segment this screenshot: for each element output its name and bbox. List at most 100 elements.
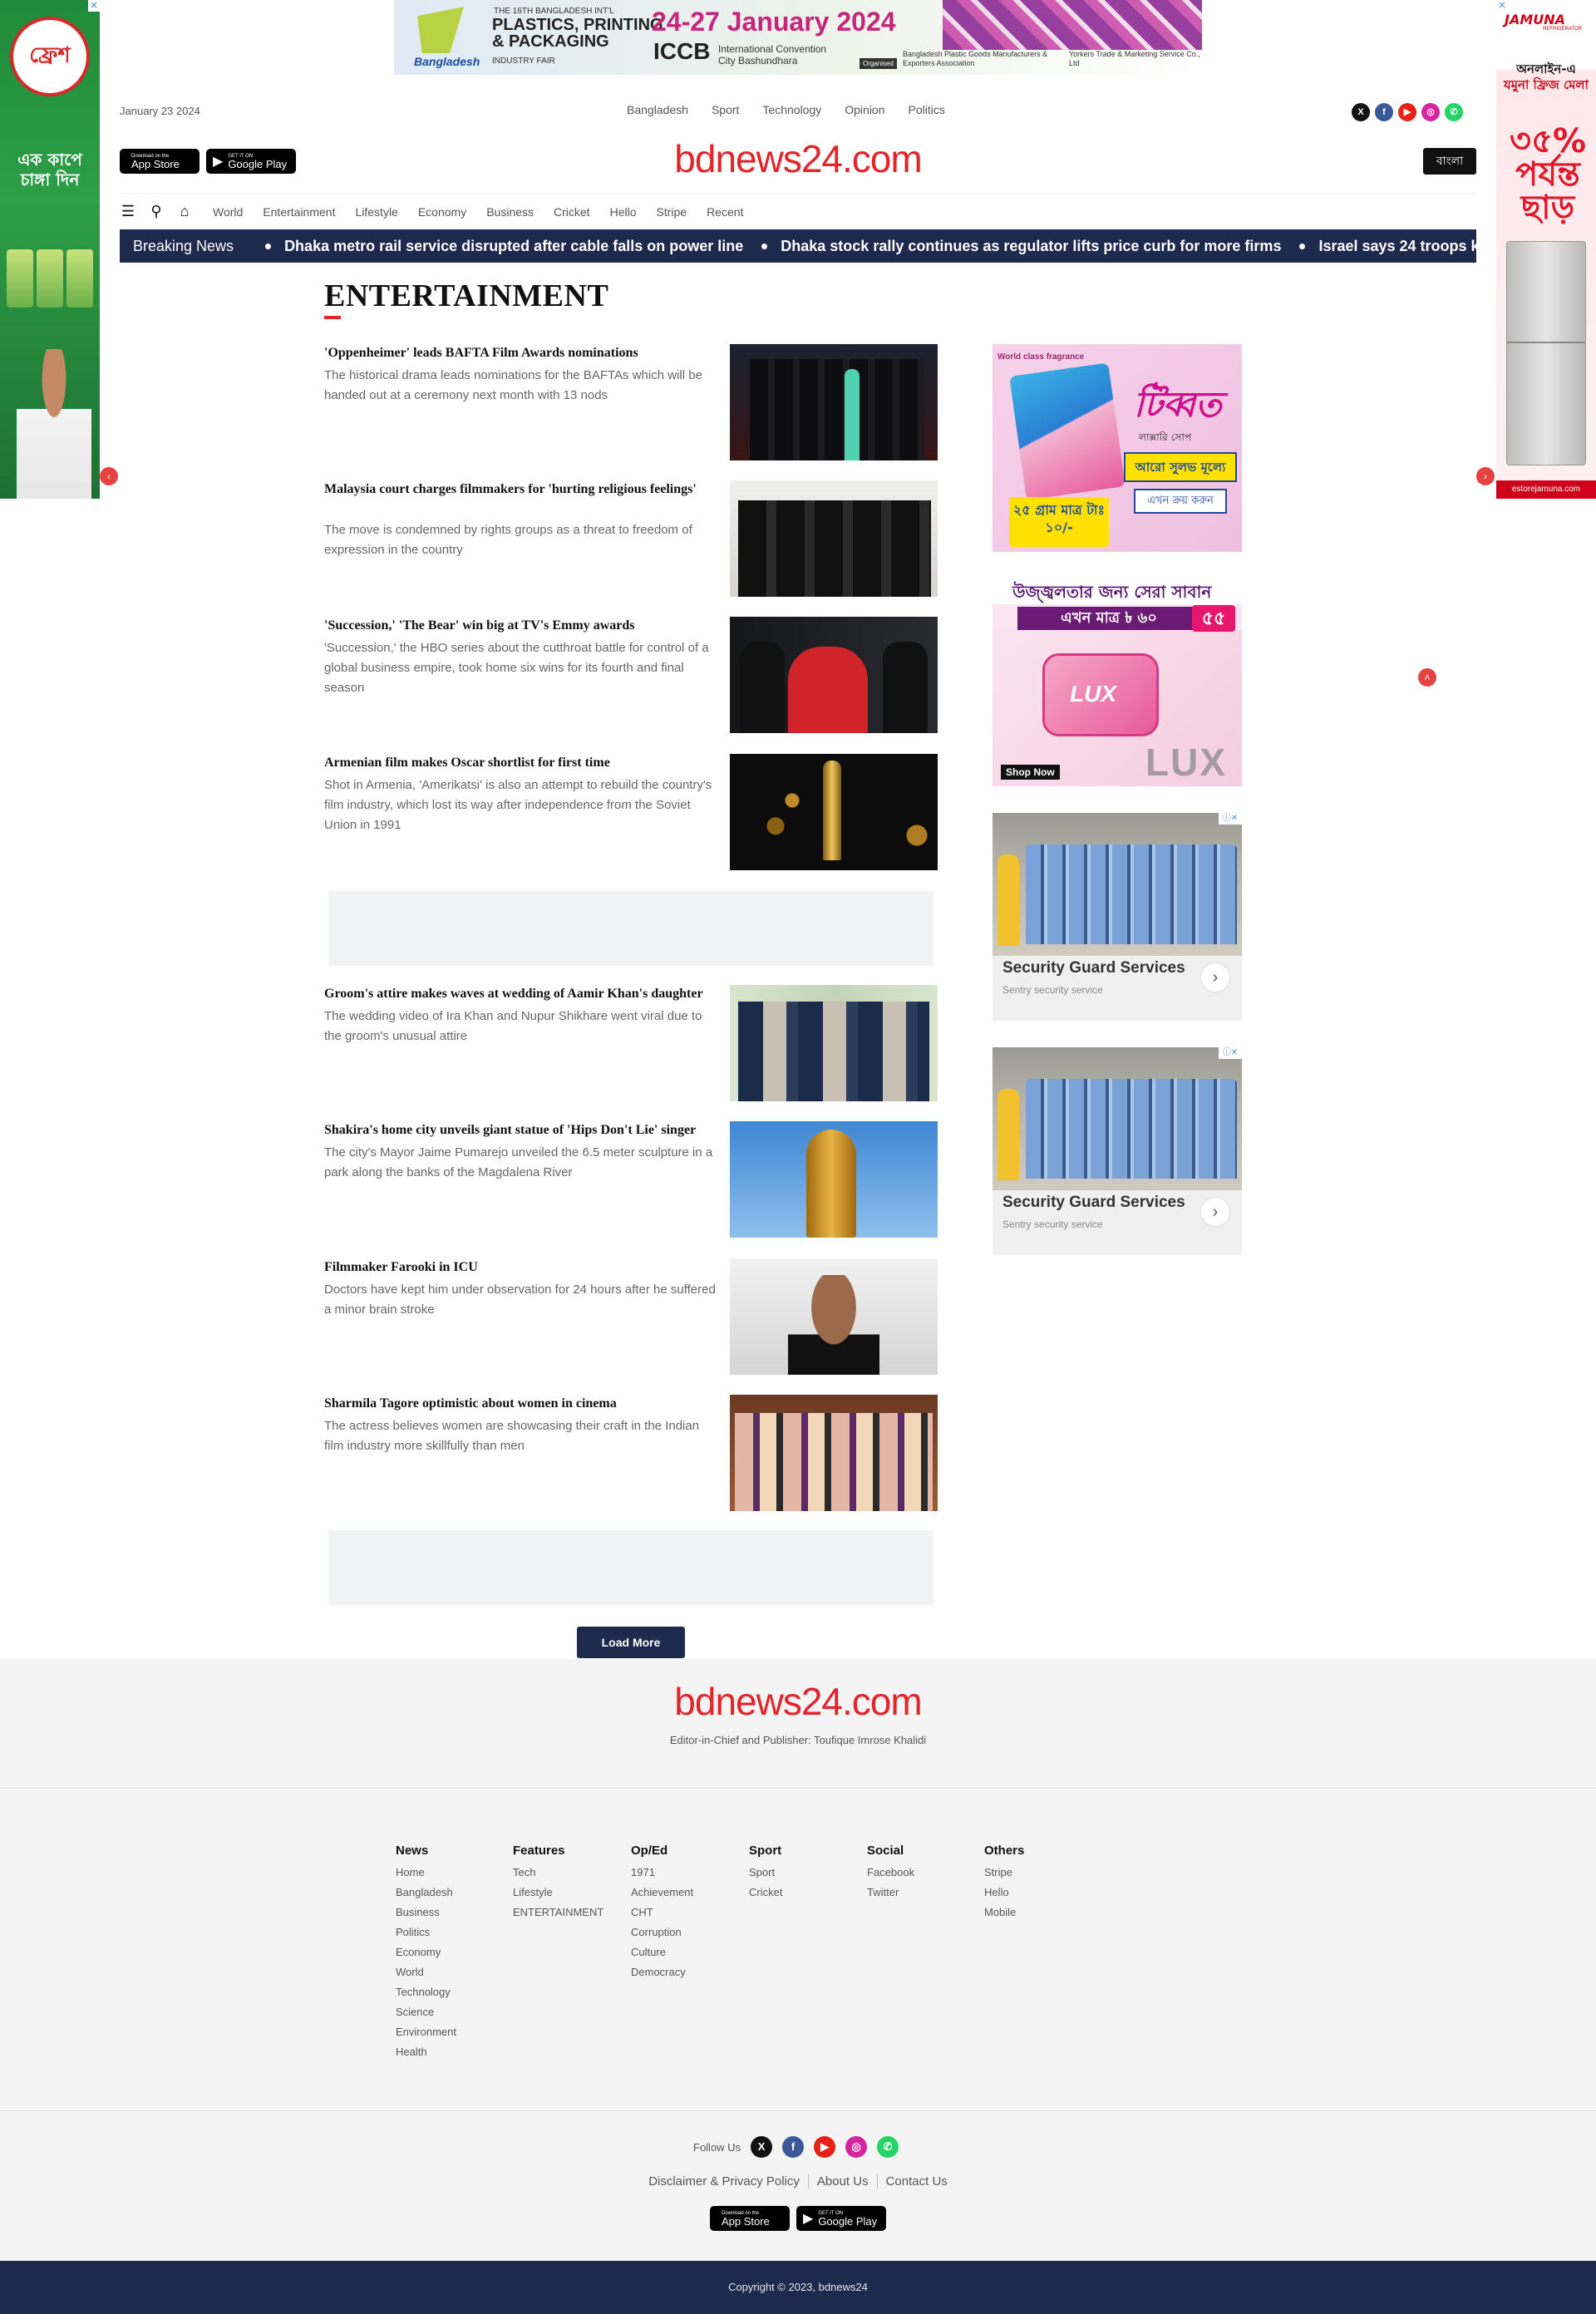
home-icon[interactable]: ⌂ [176, 203, 193, 220]
shop-now-button[interactable]: Shop Now [1001, 765, 1060, 780]
instagram-icon[interactable]: ◎ [845, 2136, 868, 2158]
breaking-item[interactable]: Israel says 24 troops killed [1299, 238, 1476, 255]
ad-close-icon[interactable]: ✕ [1496, 0, 1508, 12]
article-card[interactable]: Armenian film makes Oscar shortlist for … [324, 754, 939, 870]
article-title[interactable]: Sharmila Tagore optimistic about women i… [324, 1395, 722, 1412]
top-link-sport[interactable]: Sport [712, 103, 739, 116]
footer-link[interactable]: Facebook [867, 1863, 983, 1883]
disclaimer-link[interactable]: Disclaimer & Privacy Policy [640, 2174, 809, 2188]
scroll-right-arrow-icon[interactable]: › [1476, 467, 1495, 485]
footer-link[interactable]: Health [396, 2042, 512, 2062]
about-us-link[interactable]: About Us [809, 2174, 878, 2188]
nav-recent[interactable]: Recent [707, 205, 743, 219]
footer-link[interactable]: Twitter [867, 1883, 983, 1903]
footer-link[interactable]: Achievement [631, 1883, 747, 1903]
footer-link[interactable]: Democracy [631, 1962, 747, 1982]
nav-cricket[interactable]: Cricket [554, 205, 590, 219]
lux-soap-ad[interactable]: উজ্জ্বলতার জন্য সেরা সাবান এখন মাত্র ৳ ৬… [993, 578, 1242, 786]
article-thumbnail[interactable] [730, 985, 938, 1101]
nav-economy[interactable]: Economy [418, 205, 466, 219]
top-banner-ad[interactable]: Bangladesh THE 16TH BANGLADESH INT'L PLA… [394, 0, 1202, 75]
search-icon[interactable]: ⚲ [148, 203, 165, 220]
footer-link[interactable]: Politics [396, 1923, 512, 1942]
nav-entertainment[interactable]: Entertainment [263, 205, 335, 219]
footer-link[interactable]: Lifestyle [513, 1883, 629, 1903]
youtube-icon[interactable]: ▶ [1398, 103, 1416, 121]
article-title[interactable]: Shakira's home city unveils giant statue… [324, 1121, 722, 1139]
article-thumbnail[interactable] [730, 344, 938, 460]
article-thumbnail[interactable] [730, 1258, 938, 1375]
x-icon[interactable]: X [751, 2136, 773, 2158]
whatsapp-icon[interactable]: ✆ [877, 2136, 899, 2158]
article-title[interactable]: Armenian film makes Oscar shortlist for … [324, 754, 722, 771]
article-title[interactable]: 'Oppenheimer' leads BAFTA Film Awards no… [324, 344, 722, 362]
scroll-up-arrow-icon[interactable]: ˄ [1418, 668, 1436, 687]
nav-lifestyle[interactable]: Lifestyle [355, 205, 397, 219]
instagram-icon[interactable]: ◎ [1421, 103, 1440, 121]
nav-hello[interactable]: Hello [610, 205, 637, 219]
article-thumbnail[interactable] [730, 1121, 938, 1238]
footer-app-store-button[interactable]: Download on the App Store [710, 2206, 790, 2231]
x-icon[interactable]: X [1352, 103, 1370, 121]
article-thumbnail[interactable] [730, 1395, 938, 1511]
footer-link[interactable]: World [396, 1962, 512, 1982]
footer-link[interactable]: Home [396, 1863, 512, 1883]
footer-link[interactable]: ENTERTAINMENT [513, 1903, 629, 1923]
site-logo[interactable]: bdnews24.com [0, 136, 1596, 181]
article-card[interactable]: Malaysia court charges filmmakers for 'h… [324, 480, 939, 597]
footer-link[interactable]: Environment [396, 2022, 512, 2042]
nav-stripe[interactable]: Stripe [656, 205, 687, 219]
footer-google-play-button[interactable]: ▶ GET IT ON Google Play [796, 2206, 886, 2231]
top-link-opinion[interactable]: Opinion [845, 103, 884, 116]
article-card[interactable]: 'Oppenheimer' leads BAFTA Film Awards no… [324, 344, 939, 460]
top-link-politics[interactable]: Politics [909, 103, 945, 116]
security-ad[interactable]: ⓘ✕ Security Guard Services Sentry securi… [993, 813, 1242, 1021]
article-card[interactable]: Sharmila Tagore optimistic about women i… [324, 1395, 939, 1511]
youtube-icon[interactable]: ▶ [814, 2136, 836, 2158]
whatsapp-icon[interactable]: ✆ [1445, 103, 1463, 121]
breaking-item[interactable]: Dhaka metro rail service disrupted after… [265, 238, 743, 255]
scroll-left-arrow-icon[interactable]: ‹ [100, 467, 118, 485]
top-link-bangladesh[interactable]: Bangladesh [627, 103, 688, 116]
facebook-icon[interactable]: f [782, 2136, 805, 2158]
article-card[interactable]: Shakira's home city unveils giant statue… [324, 1121, 939, 1238]
footer-link[interactable]: Technology [396, 1982, 512, 2002]
footer-link[interactable]: Business [396, 1903, 512, 1923]
article-title[interactable]: Filmmaker Farooki in ICU [324, 1258, 722, 1276]
footer-link[interactable]: Hello [984, 1883, 1101, 1903]
footer-link[interactable]: Mobile [984, 1903, 1101, 1923]
footer-link[interactable]: Tech [513, 1863, 629, 1883]
breaking-item[interactable]: Dhaka stock rally continues as regulator… [761, 238, 1281, 255]
article-title[interactable]: Malaysia court charges filmmakers for 'h… [324, 480, 722, 498]
footer-link[interactable]: Cricket [749, 1883, 865, 1903]
article-thumbnail[interactable] [730, 480, 938, 597]
hamburger-menu-icon[interactable]: ☰ [120, 203, 136, 220]
article-card[interactable]: 'Succession,' 'The Bear' win big at TV's… [324, 617, 939, 733]
facebook-icon[interactable]: f [1375, 103, 1393, 121]
security-ad-title[interactable]: Security Guard Services [1002, 959, 1185, 977]
tibet-buy-now[interactable]: এখন ক্রয় করুন [1134, 489, 1227, 514]
article-title[interactable]: Groom's attire makes waves at wedding of… [324, 985, 722, 1002]
tibet-soap-ad[interactable]: World class fragrance টিব্বত লাক্সারি সো… [993, 344, 1242, 552]
chevron-right-icon[interactable]: › [1200, 1197, 1230, 1227]
nav-world[interactable]: World [213, 205, 243, 219]
article-card[interactable]: Groom's attire makes waves at wedding of… [324, 985, 939, 1101]
article-title[interactable]: 'Succession,' 'The Bear' win big at TV's… [324, 617, 722, 634]
right-side-ad[interactable]: ✕ JAMUNA REFRIGERATOR অনলাইন-এ যমুনা ফ্র… [1496, 0, 1596, 499]
article-card[interactable]: Filmmaker Farooki in ICU Doctors have ke… [324, 1258, 939, 1375]
footer-link[interactable]: Science [396, 2002, 512, 2022]
top-link-technology[interactable]: Technology [762, 103, 821, 116]
footer-link[interactable]: Bangladesh [396, 1883, 512, 1903]
article-thumbnail[interactable] [730, 617, 938, 733]
footer-link[interactable]: Corruption [631, 1923, 747, 1942]
security-ad-title[interactable]: Security Guard Services [1002, 1194, 1185, 1212]
footer-link[interactable]: CHT [631, 1903, 747, 1923]
footer-link[interactable]: Sport [749, 1863, 865, 1883]
footer-link[interactable]: 1971 [631, 1863, 747, 1883]
footer-link[interactable]: Stripe [984, 1863, 1101, 1883]
security-ad[interactable]: ⓘ✕ Security Guard Services Sentry securi… [993, 1047, 1242, 1255]
contact-us-link[interactable]: Contact Us [878, 2174, 956, 2188]
left-side-ad[interactable]: ✕ ফ্রেশ এক কাপে চাঙ্গা দিন [0, 0, 100, 499]
adchoices-icon[interactable]: ⓘ✕ [1219, 813, 1242, 825]
footer-logo[interactable]: bdnews24.com [0, 1679, 1596, 1724]
